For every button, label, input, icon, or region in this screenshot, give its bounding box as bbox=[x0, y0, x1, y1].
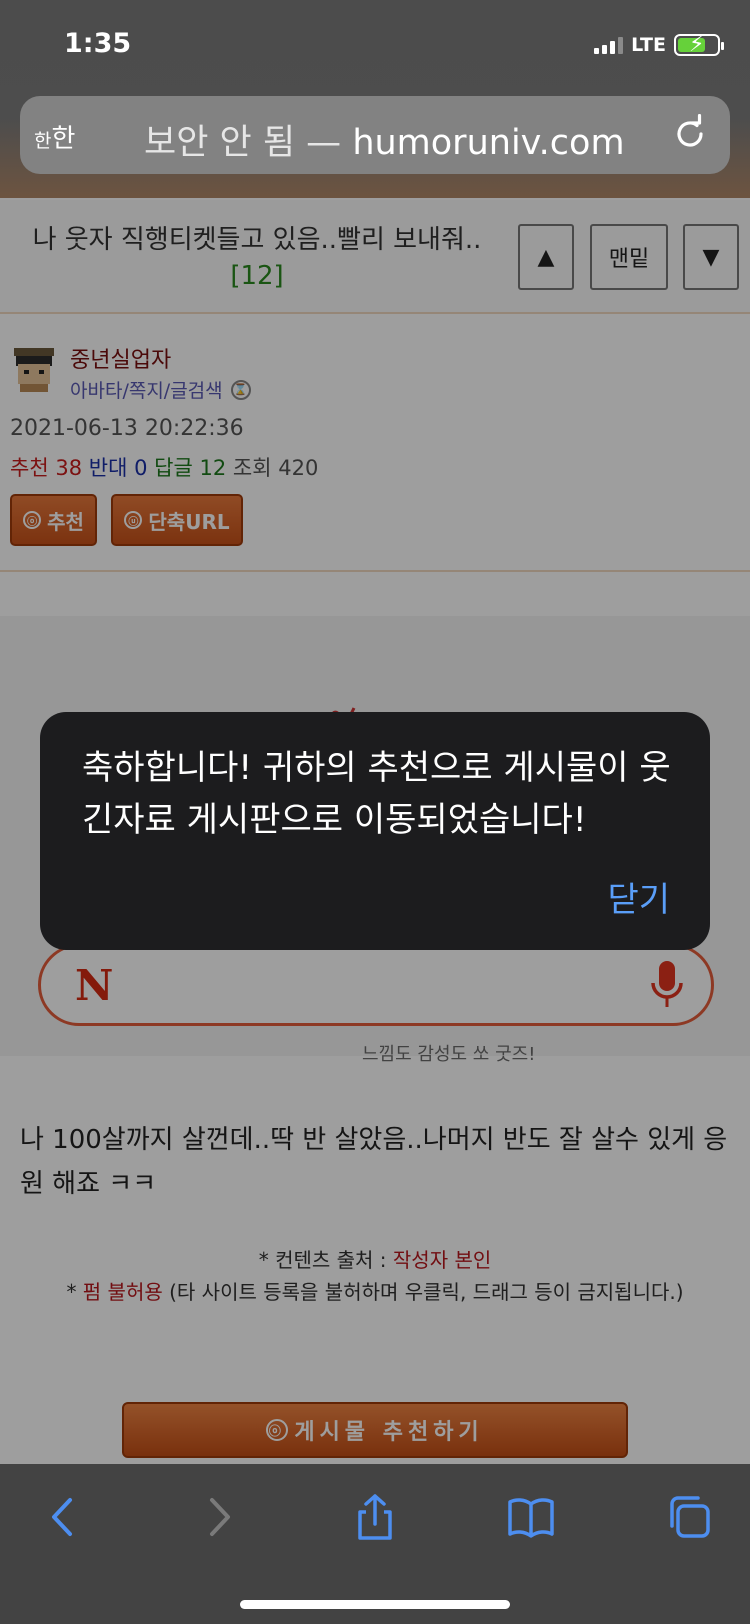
security-warning: 보안 안 됨 — bbox=[144, 123, 353, 163]
bookmarks-icon[interactable] bbox=[508, 1494, 554, 1540]
url-text[interactable]: 보안 안 됨 — humoruniv.com bbox=[144, 114, 625, 165]
battery-icon: ⚡ bbox=[674, 32, 724, 57]
reader-settings-button[interactable]: 한한 bbox=[34, 118, 75, 155]
url-domain: humoruniv.com bbox=[352, 123, 625, 163]
status-time: 1:35 bbox=[64, 28, 132, 59]
signal-icon bbox=[594, 36, 624, 54]
alert-dialog: 축하합니다! 귀하의 추천으로 게시물이 웃긴자료 게시판으로 이동되었습니다!… bbox=[40, 712, 710, 950]
status-indicators: LTE ⚡ bbox=[594, 32, 724, 57]
share-icon[interactable] bbox=[352, 1494, 398, 1540]
reload-icon[interactable] bbox=[670, 114, 710, 154]
home-indicator[interactable] bbox=[240, 1600, 510, 1609]
forward-icon bbox=[210, 1498, 230, 1536]
browser-header: 1:35 LTE ⚡ 한한 보안 안 됨 — humoruniv.com bbox=[0, 0, 750, 198]
address-bar[interactable]: 한한 보안 안 됨 — humoruniv.com bbox=[20, 96, 730, 174]
tabs-icon[interactable] bbox=[666, 1494, 712, 1540]
network-label: LTE bbox=[631, 34, 666, 56]
close-button[interactable]: 닫기 bbox=[607, 872, 670, 921]
alert-message: 축하합니다! 귀하의 추천으로 게시물이 웃긴자료 게시판으로 이동되었습니다! bbox=[82, 748, 671, 840]
back-icon[interactable] bbox=[40, 1494, 86, 1540]
